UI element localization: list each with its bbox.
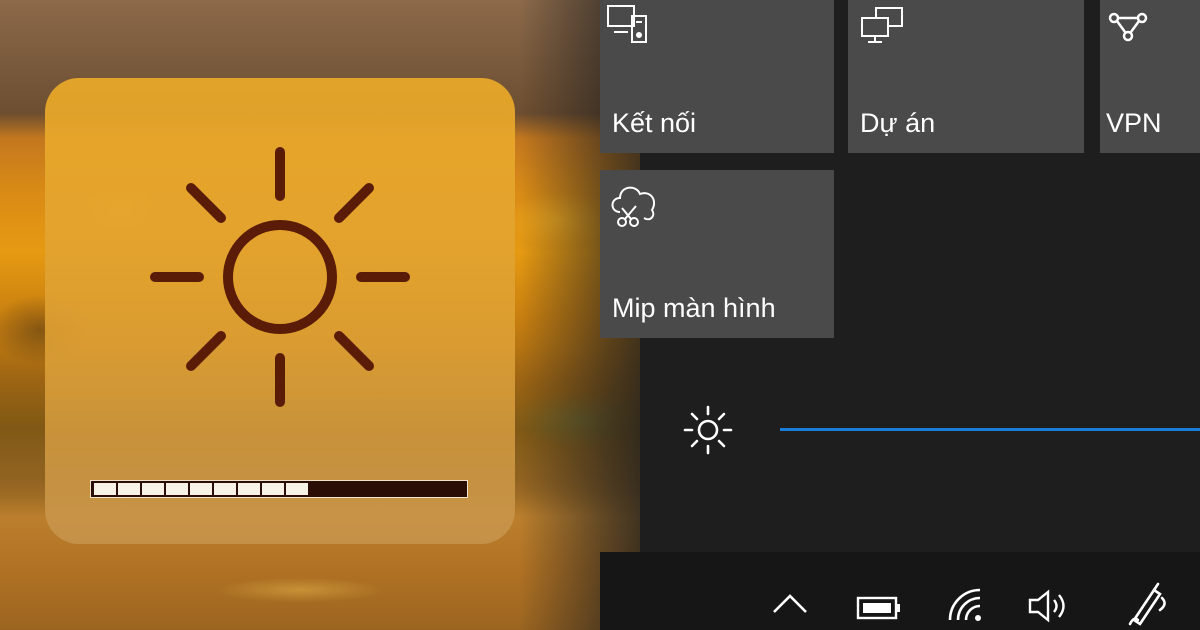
brightness-segment (166, 483, 188, 495)
connect-icon (607, 5, 647, 43)
brightness-hud (45, 78, 515, 544)
brightness-segment (142, 483, 164, 495)
battery-icon[interactable] (856, 594, 904, 622)
brightness-segment (286, 483, 308, 495)
brightness-segment (190, 483, 212, 495)
mac-wallpaper (0, 0, 640, 630)
brightness-segment (262, 483, 284, 495)
project-icon (861, 7, 903, 43)
tile-project[interactable]: Dự án (848, 0, 1084, 153)
chevron-up-icon[interactable] (770, 588, 810, 618)
tile-label: Kết nối (612, 108, 697, 138)
volume-icon[interactable] (1024, 586, 1074, 626)
brightness-segment (238, 483, 260, 495)
tile-snip[interactable]: Mip màn hình (600, 170, 834, 338)
brightness-segment (214, 483, 236, 495)
wifi-icon[interactable] (944, 584, 990, 624)
tile-label: Dự án (860, 108, 936, 138)
brightness-level-bar (90, 480, 468, 498)
tile-connect[interactable]: Kết nối (600, 0, 834, 153)
sun-icon (150, 147, 410, 407)
tile-vpn[interactable]: VPN (1100, 0, 1200, 153)
brightness-slider[interactable] (780, 428, 1200, 431)
brightness-icon (683, 405, 733, 455)
vpn-icon (1108, 12, 1148, 42)
tile-label: VPN (1106, 108, 1162, 138)
brightness-segment (94, 483, 116, 495)
pen-icon[interactable] (1124, 580, 1170, 628)
snip-icon (611, 186, 656, 227)
tile-label: Mip màn hình (612, 293, 776, 323)
brightness-segment (118, 483, 140, 495)
